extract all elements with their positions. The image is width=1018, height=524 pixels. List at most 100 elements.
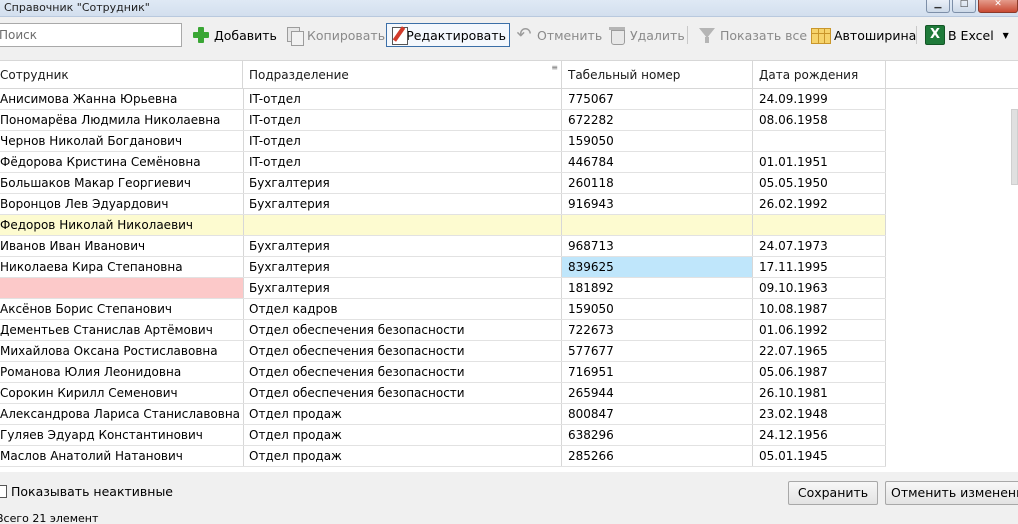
birth-date-cell[interactable]: 05.05.1950 [753, 173, 886, 193]
table-row-inactive[interactable]: Федоров Николай Николаевич [0, 215, 886, 236]
show-inactive-checkbox[interactable] [0, 485, 7, 498]
employee-cell[interactable]: Аксёнов Борис Степанович [0, 299, 244, 319]
tab-number-cell[interactable]: 800847 [562, 404, 753, 424]
birth-date-cell[interactable]: 24.09.1999 [753, 89, 886, 109]
table-row[interactable]: Пономарёва Людмила Николаевна IT-отдел 672… [0, 110, 886, 131]
department-cell[interactable] [243, 215, 562, 235]
maximize-button[interactable]: □ [952, 0, 976, 13]
birth-date-cell[interactable]: 05.01.1945 [753, 446, 886, 466]
table-row[interactable]: Гуляев Эдуард Константинович Отдел продаж… [0, 425, 886, 446]
tab-number-cell[interactable]: 159050 [562, 131, 753, 151]
employee-cell[interactable]: Большаков Макар Георгиевич [0, 173, 244, 193]
birth-date-cell[interactable] [753, 131, 886, 151]
tab-number-cell[interactable]: 775067 [562, 89, 753, 109]
employee-cell[interactable]: Михайлова Оксана Ростиславовна [0, 341, 244, 361]
department-cell[interactable]: Отдел продаж [243, 425, 562, 445]
tab-number-cell-selected[interactable]: 839625 [562, 257, 753, 277]
table-row[interactable]: Бухгалтерия 181892 09.10.1963 [0, 278, 886, 299]
show-all-button[interactable]: Показать все [694, 23, 810, 47]
table-row[interactable]: Маслов Анатолий Натанович Отдел продаж 285… [0, 446, 886, 467]
birth-date-cell[interactable]: 05.06.1987 [753, 362, 886, 382]
tab-number-cell[interactable]: 916943 [562, 194, 753, 214]
department-cell[interactable]: Отдел продаж [243, 404, 562, 424]
department-cell[interactable]: Бухгалтерия [243, 194, 562, 214]
chevron-down-icon[interactable]: ▼ [1003, 31, 1009, 40]
tab-number-cell[interactable]: 638296 [562, 425, 753, 445]
tab-number-cell[interactable]: 260118 [562, 173, 753, 193]
department-cell[interactable]: Отдел обеспечения безопасности [243, 341, 562, 361]
employee-cell[interactable]: Дементьев Станислав Артёмович [0, 320, 244, 340]
birth-date-cell[interactable]: 26.02.1992 [753, 194, 886, 214]
table-row[interactable]: Воронцов Лев Эдуардович Бухгалтерия 916943… [0, 194, 886, 215]
employee-cell[interactable]: Чернов Николай Богданович [0, 131, 244, 151]
employee-cell[interactable]: Маслов Анатолий Натанович [0, 446, 244, 466]
birth-date-cell[interactable]: 23.02.1948 [753, 404, 886, 424]
employee-cell[interactable]: Николаева Кира Степановна [0, 257, 244, 277]
employee-cell[interactable]: Сорокин Кирилл Семенович [0, 383, 244, 403]
employee-cell[interactable]: Романова Юлия Леонидовна [0, 362, 244, 382]
birth-date-cell[interactable] [753, 215, 886, 235]
tab-number-cell[interactable]: 968713 [562, 236, 753, 256]
table-row[interactable]: Дементьев Станислав Артёмович Отдел обесп… [0, 320, 886, 341]
column-header-birth-date[interactable]: Дата рождения [753, 61, 886, 89]
tab-number-cell[interactable]: 446784 [562, 152, 753, 172]
employee-cell-error[interactable] [0, 278, 244, 298]
department-cell[interactable]: IT-отдел [243, 152, 562, 172]
department-cell[interactable]: Бухгалтерия [243, 278, 562, 298]
tab-number-cell[interactable]: 722673 [562, 320, 753, 340]
table-row[interactable]: Николаева Кира Степановна Бухгалтерия 8396… [0, 257, 886, 278]
employee-cell[interactable]: Александрова Лариса Станиславовна [0, 404, 244, 424]
tab-number-cell[interactable]: 577677 [562, 341, 753, 361]
birth-date-cell[interactable]: 26.10.1981 [753, 383, 886, 403]
copy-button[interactable]: Копировать [281, 23, 388, 47]
table-row[interactable]: Аксёнов Борис Степанович Отдел кадров 1590… [0, 299, 886, 320]
delete-button[interactable]: Удалить [604, 23, 688, 47]
autowidth-button[interactable]: Автоширина [808, 23, 919, 47]
tab-number-cell[interactable]: 181892 [562, 278, 753, 298]
table-row[interactable]: Фёдорова Кристина Семёновна IT-отдел 44678… [0, 152, 886, 173]
employee-cell[interactable]: Фёдорова Кристина Семёновна [0, 152, 244, 172]
column-header-department[interactable]: Подразделение ≡ [243, 61, 562, 89]
search-box[interactable] [0, 23, 182, 47]
birth-date-cell[interactable]: 17.11.1995 [753, 257, 886, 277]
table-row[interactable]: Романова Юлия Леонидовна Отдел обеспечени… [0, 362, 886, 383]
birth-date-cell[interactable]: 22.07.1965 [753, 341, 886, 361]
add-button[interactable]: Добавить [188, 23, 280, 47]
employee-cell[interactable]: Пономарёва Людмила Николаевна [0, 110, 244, 130]
department-cell[interactable]: IT-отдел [243, 131, 562, 151]
employee-cell[interactable]: Анисимова Жанна Юрьевна [0, 89, 244, 109]
close-button[interactable]: ✕ [978, 0, 1018, 13]
department-cell[interactable]: Бухгалтерия [243, 257, 562, 277]
birth-date-cell[interactable]: 01.06.1992 [753, 320, 886, 340]
vertical-scrollbar[interactable] [1011, 109, 1018, 185]
birth-date-cell[interactable]: 24.07.1973 [753, 236, 886, 256]
birth-date-cell[interactable]: 08.06.1958 [753, 110, 886, 130]
birth-date-cell[interactable]: 24.12.1956 [753, 425, 886, 445]
excel-export-button[interactable]: В Excel ▼ [922, 23, 1012, 47]
tab-number-cell[interactable]: 285266 [562, 446, 753, 466]
table-row[interactable]: Сорокин Кирилл Семенович Отдел обеспечени… [0, 383, 886, 404]
tab-number-cell[interactable]: 159050 [562, 299, 753, 319]
tab-number-cell[interactable] [562, 215, 753, 235]
save-button[interactable]: Сохранить [788, 481, 878, 505]
undo-button[interactable]: ↶ Отменить [511, 23, 605, 47]
department-cell[interactable]: Отдел обеспечения безопасности [243, 320, 562, 340]
table-row[interactable]: Иванов Иван Иванович Бухгалтерия 968713 24.… [0, 236, 886, 257]
column-header-tab-number[interactable]: Табельный номер [562, 61, 753, 89]
show-inactive-toggle[interactable]: Показывать неактивные [0, 484, 173, 499]
department-cell[interactable]: Бухгалтерия [243, 236, 562, 256]
tab-number-cell[interactable]: 716951 [562, 362, 753, 382]
department-cell[interactable]: Бухгалтерия [243, 173, 562, 193]
table-row[interactable]: Большаков Макар Георгиевич Бухгалтерия 260… [0, 173, 886, 194]
edit-button[interactable]: Редактировать [386, 23, 510, 47]
column-header-employee[interactable]: Сотрудник [0, 61, 243, 89]
department-cell[interactable]: Отдел обеспечения безопасности [243, 362, 562, 382]
cancel-changes-button[interactable]: Отменить изменения [885, 481, 1018, 505]
birth-date-cell[interactable]: 10.08.1987 [753, 299, 886, 319]
minimize-button[interactable]: ▁ [926, 0, 950, 13]
birth-date-cell[interactable]: 01.01.1951 [753, 152, 886, 172]
department-cell[interactable]: Отдел продаж [243, 446, 562, 466]
employee-cell[interactable]: Гуляев Эдуард Константинович [0, 425, 244, 445]
table-row[interactable]: Чернов Николай Богданович IT-отдел 159050 [0, 131, 886, 152]
employee-cell[interactable]: Федоров Николай Николаевич [0, 215, 244, 235]
